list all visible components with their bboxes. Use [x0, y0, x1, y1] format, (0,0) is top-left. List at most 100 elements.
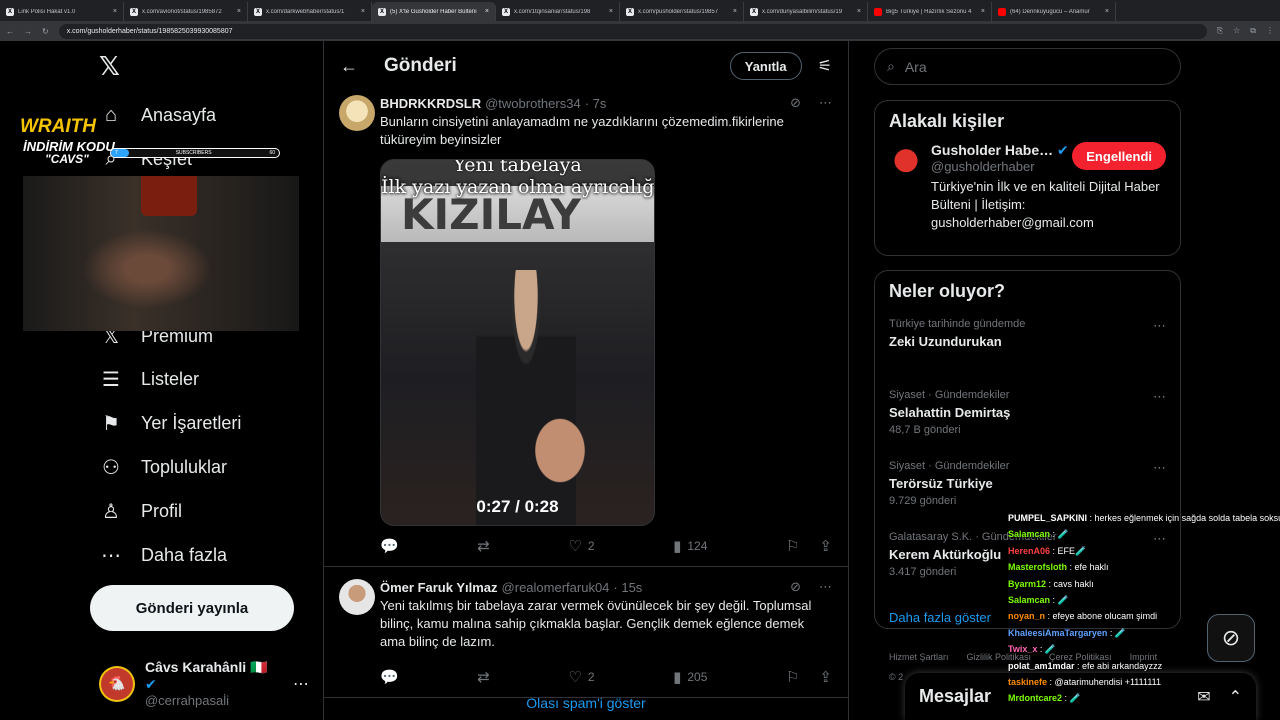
close-icon[interactable]: × — [485, 8, 489, 15]
tab-title: (64) Derinkuyugücü – Anamur — [1010, 8, 1090, 15]
views-action[interactable]: ▮ 205 — [673, 668, 707, 686]
sidebar-item-profil[interactable]: ♙ Profil — [99, 499, 182, 523]
extensions-icon[interactable]: ⧉ — [1250, 26, 1256, 36]
menu-icon[interactable]: ⋮ — [1266, 26, 1274, 36]
tweet-actions: 💬 ⇄ ♡ 2 ▮ 124 ⚐ ⇪ — [380, 526, 832, 566]
close-icon[interactable]: × — [733, 8, 737, 15]
close-icon[interactable]: × — [361, 8, 365, 15]
share-icon[interactable]: ⇪ — [819, 537, 832, 555]
show-spam-link[interactable]: Olası spam'i göster — [324, 695, 848, 711]
star-icon[interactable]: ☆ — [1233, 26, 1240, 36]
forward-icon[interactable]: → — [24, 27, 32, 36]
bookmark-action[interactable]: ⚐ ⇪ — [786, 537, 832, 555]
avatar[interactable] — [339, 95, 375, 131]
tweet-video[interactable]: KIZILAY Yeni tabelaya İlk yazı yazan olm… — [380, 159, 655, 526]
retweet-action[interactable]: ⇄ — [477, 537, 490, 555]
back-icon[interactable]: ← — [6, 27, 14, 36]
tweet-author-name[interactable]: Ömer Faruk Yılmaz — [380, 580, 498, 595]
reply-icon: 💬 — [380, 669, 399, 686]
grok-icon[interactable]: ⊘ — [790, 579, 801, 595]
reply-action[interactable]: 💬 — [380, 537, 399, 555]
chat-text: : 🧪 — [1039, 644, 1057, 655]
views-action[interactable]: ▮ 124 — [673, 537, 707, 555]
view-count: 205 — [687, 670, 708, 684]
account-switcher[interactable]: 🐔 Câvs Karahânli 🇮🇹 ✔ @cerrahpasal̇i ⋯ — [99, 659, 309, 708]
like-action[interactable]: ♡ 2 — [568, 537, 594, 555]
close-icon[interactable]: × — [113, 8, 117, 15]
more-icon[interactable]: ⋯ — [1153, 389, 1166, 405]
footer-link[interactable]: Hizmet Şartları — [889, 647, 949, 667]
reply-action[interactable]: 💬 — [380, 668, 399, 686]
footer-link[interactable]: © 2 — [889, 667, 903, 687]
lamp — [141, 176, 197, 216]
install-icon[interactable]: ⎘ — [1217, 26, 1223, 36]
avatar[interactable] — [339, 579, 375, 615]
chat-username: Twix_x — [1008, 644, 1038, 655]
x-page: 𝕏 ⌂ Anasayfa ⌕ Keşfet 𝕏 Premium ☰ Listeler ⚑ Yer … — [0, 41, 1280, 720]
related-bio: Türkiye'nin İlk ve en kaliteli Dijital H… — [931, 179, 1160, 230]
trend-item[interactable]: Siyaset · Gündemdekiler Selahattin Demirt… — [875, 383, 1180, 454]
related-name[interactable]: Gusholder Habe… — [931, 142, 1053, 158]
related-person[interactable]: Gusholder Habe… ✔ @gusholderhaber Engell… — [875, 142, 1180, 232]
tweet-author-handle[interactable]: @realomerfaruk04 — [502, 580, 610, 595]
like-action[interactable]: ♡ 2 — [568, 668, 594, 686]
tweet-time[interactable]: · 15s — [613, 580, 642, 595]
close-icon[interactable]: × — [237, 8, 241, 15]
browser-tab[interactable]: Big5 Türkiye | Hazırlık Sezonu 4 × — [868, 2, 992, 21]
browser-tab[interactable]: (64) Derinkuyugücü – Anamur × — [992, 2, 1116, 21]
trend-item[interactable]: Türkiye tarihinde gündemde Zeki Uzunduruk… — [875, 312, 1180, 383]
browser-tab[interactable]: Xx.com/1tqinsaniar/status/198 × — [496, 2, 620, 21]
more-icon[interactable]: ⋯ — [819, 95, 832, 111]
tweet[interactable]: Ömer Faruk Yılmaz @realomerfaruk04 · 15s… — [324, 567, 848, 698]
nav-icon: ☰ — [102, 368, 120, 391]
browser-tab[interactable]: Xx.com/avionot/status/1985872 × — [124, 2, 248, 21]
x-logo-icon[interactable]: 𝕏 — [99, 51, 120, 82]
trend-count: 48,7 B gönderi — [889, 424, 961, 436]
sidebar-item-listeler[interactable]: ☰ Listeler — [99, 367, 199, 391]
browser-tab[interactable]: X (5) X'te Gusholder Haber Bülteni × — [372, 2, 496, 21]
chat-username: Byarm12 — [1008, 578, 1047, 589]
browser-tab[interactable]: X Link Polisi Hakat v1.0 × — [0, 2, 124, 21]
more-icon[interactable]: ⋯ — [293, 674, 309, 694]
sidebar-item-topluluklar[interactable]: ⚇ Topluluklar — [99, 455, 227, 479]
browser-tab[interactable]: Xx.com/dunyasalbilim/status/19 × — [744, 2, 868, 21]
back-arrow-icon[interactable]: ← — [340, 56, 358, 77]
grok-icon[interactable]: ⊘ — [790, 95, 801, 111]
tweet-author-handle[interactable]: @twobrothers34 — [485, 96, 581, 111]
webcam-overlay — [23, 176, 299, 331]
sidebar-item-daha-fazla[interactable]: ⋯ Daha fazla — [99, 543, 227, 567]
video-caption-line2: İlk yazı yazan olma ayrıcalığı — [381, 176, 655, 198]
browser-tab[interactable]: Xx.com/darkwebhaber/status/1 × — [248, 2, 372, 21]
close-icon[interactable]: × — [981, 8, 985, 15]
close-icon[interactable]: × — [857, 8, 861, 15]
search-input[interactable]: ⌕ Ara — [874, 48, 1181, 85]
filter-icon[interactable]: ⚟ — [818, 56, 832, 76]
bookmark-action[interactable]: ⚐ ⇪ — [786, 668, 832, 686]
page-title: Gönderi — [384, 55, 457, 76]
trend-count: 9.729 gönderi — [889, 495, 957, 507]
related-handle[interactable]: @gusholderhaber — [931, 159, 1069, 174]
trends-title: Neler oluyor? — [889, 281, 1006, 301]
more-icon[interactable]: ⋯ — [1153, 318, 1166, 334]
reply-button[interactable]: Yanıtla — [729, 52, 802, 80]
chat-text: : efeye abone olucam şimdi — [1047, 611, 1158, 622]
tweet-author-name[interactable]: BHDRKKRDSLR — [380, 96, 481, 111]
post-button[interactable]: Gönderi yayınla — [90, 585, 294, 631]
more-icon[interactable]: ⋯ — [1153, 460, 1166, 476]
sidebar-item-yer-i-şaretleri[interactable]: ⚑ Yer İşaretleri — [99, 411, 241, 435]
tweet-time[interactable]: · 7s — [585, 96, 607, 111]
chat-username: noyan_n — [1008, 611, 1046, 622]
share-icon[interactable]: ⇪ — [819, 668, 832, 686]
avatar[interactable] — [889, 142, 923, 176]
blocked-button[interactable]: Engellendi — [1072, 142, 1166, 170]
address-bar[interactable]: x.com/gusholderhaber/status/198582503993… — [58, 23, 1207, 39]
browser-tab[interactable]: Xx.com/pusholder/status/19857 × — [620, 2, 744, 21]
like-count: 2 — [587, 670, 595, 684]
more-icon[interactable]: ⋯ — [819, 579, 832, 595]
tweet[interactable]: BHDRKKRDSLR @twobrothers34 · 7s ⊘ ⋯ Bunl… — [324, 91, 848, 567]
close-icon[interactable]: × — [609, 8, 613, 15]
reload-icon[interactable]: ↻ — [42, 27, 49, 36]
retweet-action[interactable]: ⇄ — [477, 668, 490, 686]
sidebar-item-label: Topluluklar — [141, 456, 228, 477]
close-icon[interactable]: × — [1105, 8, 1109, 15]
